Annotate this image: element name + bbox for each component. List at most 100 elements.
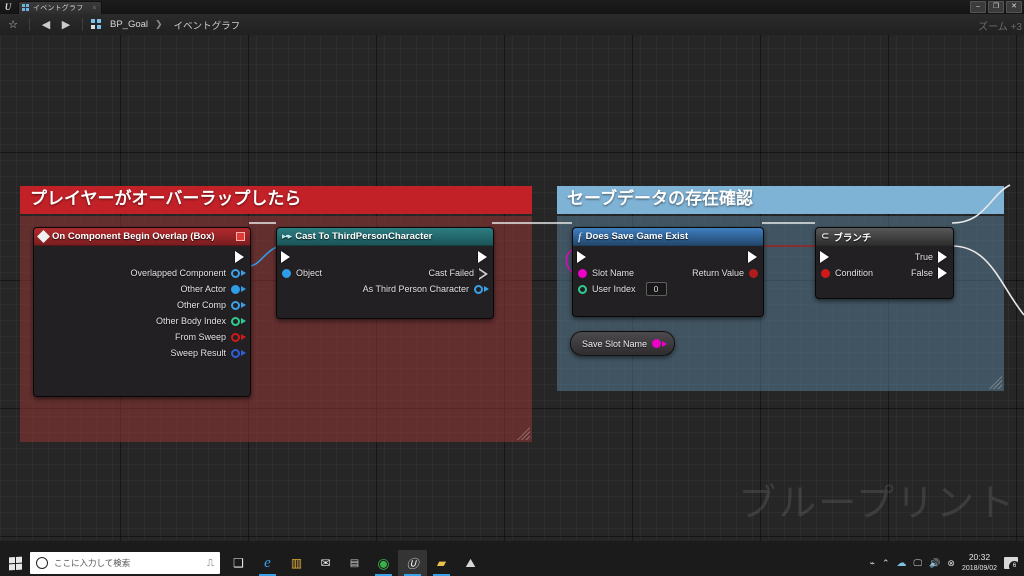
object-output-pin[interactable] xyxy=(231,300,246,310)
action-center-icon[interactable]: 6 xyxy=(1004,557,1020,572)
node-does-save-game-exist[interactable]: f Does Save Game Exist Slot Name Return … xyxy=(572,227,764,317)
bool-input-pin-condition[interactable]: Condition xyxy=(821,268,873,278)
exec-output-pin[interactable] xyxy=(235,251,244,263)
document-tab-event-graph[interactable]: イベントグラフ × xyxy=(18,0,102,15)
unreal-logo-icon: U xyxy=(4,2,12,12)
minimize-button[interactable]: – xyxy=(970,1,986,13)
node-header[interactable]: ▸▪▸ Cast To ThirdPersonCharacter xyxy=(277,228,493,246)
object-output-pin[interactable] xyxy=(474,284,489,294)
object-input-pin[interactable]: Object xyxy=(282,268,322,278)
toolbar-divider-2 xyxy=(82,18,83,31)
comment-resize-handle[interactable] xyxy=(989,376,1002,389)
exec-input-pin[interactable] xyxy=(577,251,586,263)
pin-row[interactable]: Other Body Index xyxy=(34,313,250,329)
int-input-pin-user-index[interactable] xyxy=(578,284,587,294)
exec-output-cast-failed[interactable]: Cast Failed xyxy=(428,267,488,280)
close-icon[interactable]: × xyxy=(92,5,96,12)
string-output-pin[interactable] xyxy=(652,339,668,348)
node-header[interactable]: ⊂ ブランチ xyxy=(816,228,953,246)
show-hidden-icons-chevron-icon[interactable]: ⌃ xyxy=(882,558,890,569)
pin-label: Return Value xyxy=(692,268,744,278)
pin-row[interactable]: Slot Name Return Value xyxy=(573,265,763,281)
pin-row[interactable]: User Index 0 xyxy=(573,281,763,297)
pin-row[interactable]: Object Cast Failed xyxy=(277,265,493,281)
pin-row[interactable]: From Sweep xyxy=(34,329,250,345)
volume-icon[interactable]: 🔊 xyxy=(929,558,940,569)
taskbar-clock[interactable]: 20:32 2018/09/02 xyxy=(962,552,997,574)
onedrive-icon[interactable]: ☁ xyxy=(897,558,907,569)
int-output-pin[interactable] xyxy=(231,316,246,326)
bool-output-pin-return-value[interactable]: Return Value xyxy=(692,268,758,278)
node-header[interactable]: f Does Save Game Exist xyxy=(573,228,763,246)
taskbar-app-file-explorer[interactable]: ▰ xyxy=(427,550,456,576)
breadcrumb-root[interactable]: BP_Goal xyxy=(110,19,148,30)
exec-output-pin-hollow[interactable] xyxy=(479,267,488,280)
toolbar-divider xyxy=(29,18,30,31)
pin-row[interactable]: Other Actor xyxy=(34,281,250,297)
pin-row-exec[interactable] xyxy=(277,249,493,265)
security-shield-icon[interactable]: ⊗ xyxy=(947,558,955,569)
exec-input-pin[interactable] xyxy=(281,251,290,263)
taskbar-app-unreal-engine[interactable]: Ⓤ xyxy=(398,550,427,576)
node-body: Overlapped Component Other Actor Other C… xyxy=(34,246,250,367)
pin-row-exec[interactable] xyxy=(573,249,763,265)
taskbar-app-task-view[interactable]: ❑ xyxy=(224,550,253,576)
start-button[interactable] xyxy=(0,550,30,576)
close-button[interactable]: ✕ xyxy=(1006,1,1022,13)
pin-row[interactable]: Overlapped Component xyxy=(34,265,250,281)
node-title: Cast To ThirdPersonCharacter xyxy=(295,231,433,242)
pin-label: Condition xyxy=(835,268,874,278)
blueprint-graph-canvas[interactable]: ブループリント プレイヤーがオーバーラップしたら セーブデータの存在確認 On … xyxy=(0,35,1024,541)
node-on-component-begin-overlap[interactable]: On Component Begin Overlap (Box) Overlap… xyxy=(33,227,251,397)
exec-input-pin[interactable] xyxy=(820,251,829,263)
microphone-icon[interactable]: ⎍ xyxy=(207,558,214,569)
pin-row[interactable]: As Third Person Character xyxy=(277,281,493,297)
taskbar-search-box[interactable]: ここに入力して検索 ⎍ xyxy=(30,552,220,574)
pin-row[interactable]: Sweep Result xyxy=(34,345,250,361)
cortana-circle-icon xyxy=(36,557,48,569)
pin-label: User Index xyxy=(592,284,636,294)
pin-row-exec-out[interactable] xyxy=(34,249,250,265)
bool-output-pin[interactable] xyxy=(231,332,246,342)
exec-output-true[interactable]: True xyxy=(915,251,947,263)
taskbar-app-photos[interactable]: ⛰ xyxy=(456,550,485,576)
notification-badge: 6 xyxy=(1009,561,1020,572)
taskbar-app-buttons: ❑ e ▥ ✉ ▤ ◉ Ⓤ ▰ ⛰ xyxy=(224,550,485,576)
exec-output-pin[interactable] xyxy=(748,251,757,263)
back-arrow-icon[interactable]: ◀ xyxy=(38,17,54,33)
node-title: Does Save Game Exist xyxy=(585,231,689,242)
event-delegate-icon[interactable] xyxy=(236,232,245,241)
exec-output-pin[interactable] xyxy=(478,251,487,263)
favorite-star-icon[interactable]: ☆ xyxy=(5,17,21,33)
user-index-input[interactable]: 0 xyxy=(645,282,667,296)
pin-label: Other Body Index xyxy=(155,316,226,326)
comment-resize-handle[interactable] xyxy=(517,427,530,440)
object-output-pin[interactable] xyxy=(231,284,246,294)
object-output-pin[interactable] xyxy=(231,268,246,278)
exec-output-false[interactable]: False xyxy=(911,267,947,279)
node-cast-to-third-person-character[interactable]: ▸▪▸ Cast To ThirdPersonCharacter Object … xyxy=(276,227,494,319)
breadcrumb-current[interactable]: イベントグラフ xyxy=(174,18,241,32)
title-bar: U イベントグラフ × – ❐ ✕ xyxy=(0,0,1024,15)
taskbar-app-visual-studio-code[interactable]: ▤ xyxy=(340,550,369,576)
taskbar-app-edge[interactable]: e xyxy=(253,550,282,576)
pin-row[interactable]: Condition False xyxy=(816,265,953,281)
taskbar-app-chrome[interactable]: ◉ xyxy=(369,550,398,576)
node-body: Object Cast Failed As Third Person Chara… xyxy=(277,246,493,303)
node-branch[interactable]: ⊂ ブランチ True Condition False xyxy=(815,227,954,299)
pin-row-exec[interactable]: True xyxy=(816,249,953,265)
pin-row[interactable]: Other Comp xyxy=(34,297,250,313)
pin-label: Object xyxy=(296,268,323,278)
network-icon[interactable]: 🖵 xyxy=(914,558,923,569)
pen-workspace-icon[interactable]: ⌁ xyxy=(870,558,875,569)
maximize-button[interactable]: ❐ xyxy=(988,1,1004,13)
struct-output-pin[interactable] xyxy=(231,348,246,358)
taskbar-app-microsoft-store[interactable]: ▥ xyxy=(282,550,311,576)
node-header[interactable]: On Component Begin Overlap (Box) xyxy=(34,228,250,246)
variable-node-save-slot-name[interactable]: Save Slot Name xyxy=(570,331,676,356)
string-input-pin-slot-name[interactable]: Slot Name xyxy=(578,268,634,278)
taskbar-app-mail[interactable]: ✉ xyxy=(311,550,340,576)
forward-arrow-icon[interactable]: ▶ xyxy=(58,17,74,33)
pin-label: Other Comp xyxy=(176,300,226,310)
node-title: On Component Begin Overlap (Box) xyxy=(52,231,215,242)
